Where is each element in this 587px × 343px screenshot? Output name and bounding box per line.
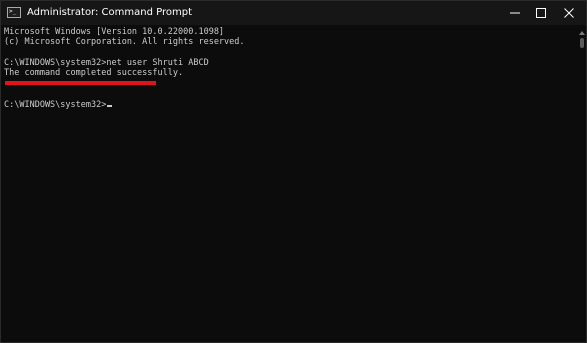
scroll-thumb[interactable] bbox=[580, 38, 584, 48]
console-output[interactable]: Microsoft Windows [Version 10.0.22000.10… bbox=[1, 25, 575, 342]
vertical-scrollbar[interactable] bbox=[576, 25, 586, 342]
prompt-line[interactable]: C:\WINDOWS\system32> bbox=[4, 100, 113, 110]
minimize-button[interactable] bbox=[502, 1, 528, 25]
maximize-button[interactable] bbox=[528, 1, 554, 25]
command-prompt-window: >_ Administrator: Command Prompt Microso… bbox=[0, 0, 587, 343]
prompt-text: C:\WINDOWS\system32> bbox=[4, 100, 107, 110]
close-icon bbox=[564, 8, 574, 18]
console-line: C:\WINDOWS\system32>net user Shruti ABCD bbox=[4, 58, 209, 68]
scroll-up-icon[interactable] bbox=[579, 31, 585, 35]
red-highlight-underline bbox=[5, 81, 156, 85]
console-line: Microsoft Windows [Version 10.0.22000.10… bbox=[4, 27, 225, 37]
console-line: (c) Microsoft Corporation. All rights re… bbox=[4, 37, 245, 47]
console-line: The command completed successfully. bbox=[4, 68, 184, 78]
text-cursor bbox=[107, 105, 113, 107]
window-title: Administrator: Command Prompt bbox=[27, 7, 192, 18]
close-button[interactable] bbox=[556, 1, 582, 25]
minimize-icon bbox=[510, 12, 520, 14]
maximize-icon bbox=[536, 8, 546, 18]
title-bar[interactable]: >_ Administrator: Command Prompt bbox=[1, 1, 586, 25]
cmd-icon: >_ bbox=[7, 7, 21, 18]
